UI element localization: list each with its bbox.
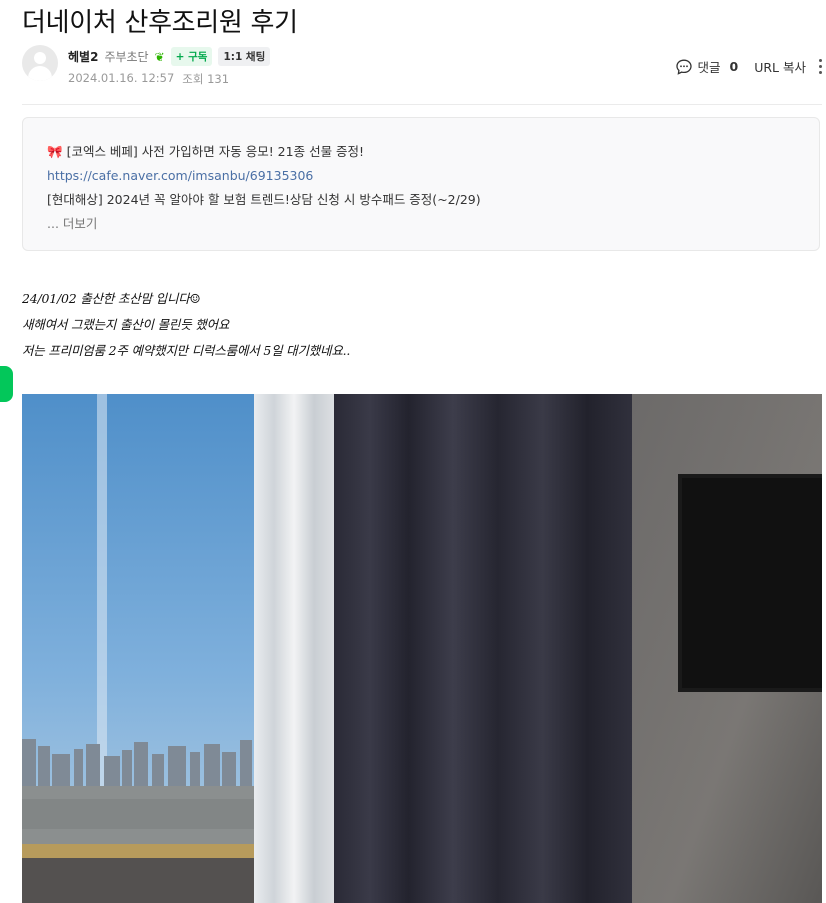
body-line-3: 저는 프리미엄룸 2주 예약했지만 디럭스룸에서 5일 대기했네요.. [22,343,351,358]
avatar[interactable] [22,45,58,81]
author-nickname[interactable]: 헤별2 [68,48,98,65]
notice-box: 🎀 [코엑스 베페] 사전 가입하면 자동 응모! 21종 선물 증정! http… [22,117,820,251]
body-line-1: 24/01/02 출산한 초산맘 입니다☺ [22,291,201,306]
room-window-illustration [22,394,822,903]
vertical-dots-icon[interactable] [814,59,826,74]
side-tab[interactable] [0,366,13,402]
post-date: 2024.01.16. 12:57 [68,71,175,85]
comment-button[interactable]: 댓글 0 [675,57,739,76]
body-line-2: 새해여서 그랬는지 출산이 몰린듯 했어요 [22,317,230,332]
author-rank: 주부초단 [104,50,149,64]
url-copy-button[interactable]: URL 복사 [754,57,806,76]
comment-label: 댓글 [697,60,721,75]
notice-line-2[interactable]: [현대해상] 2024년 꼭 알아야 할 보험 트렌드!상담 신청 시 방수패드… [47,188,795,212]
avatar-body-shape [28,66,52,81]
speech-bubble-icon [675,59,692,75]
comment-count: 0 [729,59,739,74]
ribbon-bow-icon: 🎀 [47,144,63,159]
notice-more-link[interactable]: ... 더보기 [47,212,795,236]
post-views: 조회 131 [182,72,230,86]
author-row: 헤별2 주부초단 ❦ + 구독 1:1 채팅 2024.01.16. 12:57… [22,45,826,87]
avatar-head-shape [34,52,46,64]
post-actions: 댓글 0 URL 복사 [675,57,826,76]
post-title: 더네이처 산후조리원 후기 [22,8,298,38]
post-meta: 2024.01.16. 12:57 조회 131 [68,71,229,87]
notice-link[interactable]: https://cafe.naver.com/imsanbu/69135306 [47,168,313,183]
notice-line-1[interactable]: 🎀 [코엑스 베페] 사전 가입하면 자동 응모! 21종 선물 증정! [47,140,795,164]
chat-button[interactable]: 1:1 채팅 [218,47,271,66]
post-photo [22,394,822,903]
author-meta: 헤별2 주부초단 ❦ + 구독 1:1 채팅 [68,47,271,66]
subscribe-button[interactable]: + 구독 [170,47,213,66]
sprout-icon: ❦ [154,49,165,64]
header-divider [22,104,822,105]
post-body: 24/01/02 출산한 초산맘 입니다☺ 새해여서 그랬는지 출산이 몰린듯 … [22,286,350,364]
